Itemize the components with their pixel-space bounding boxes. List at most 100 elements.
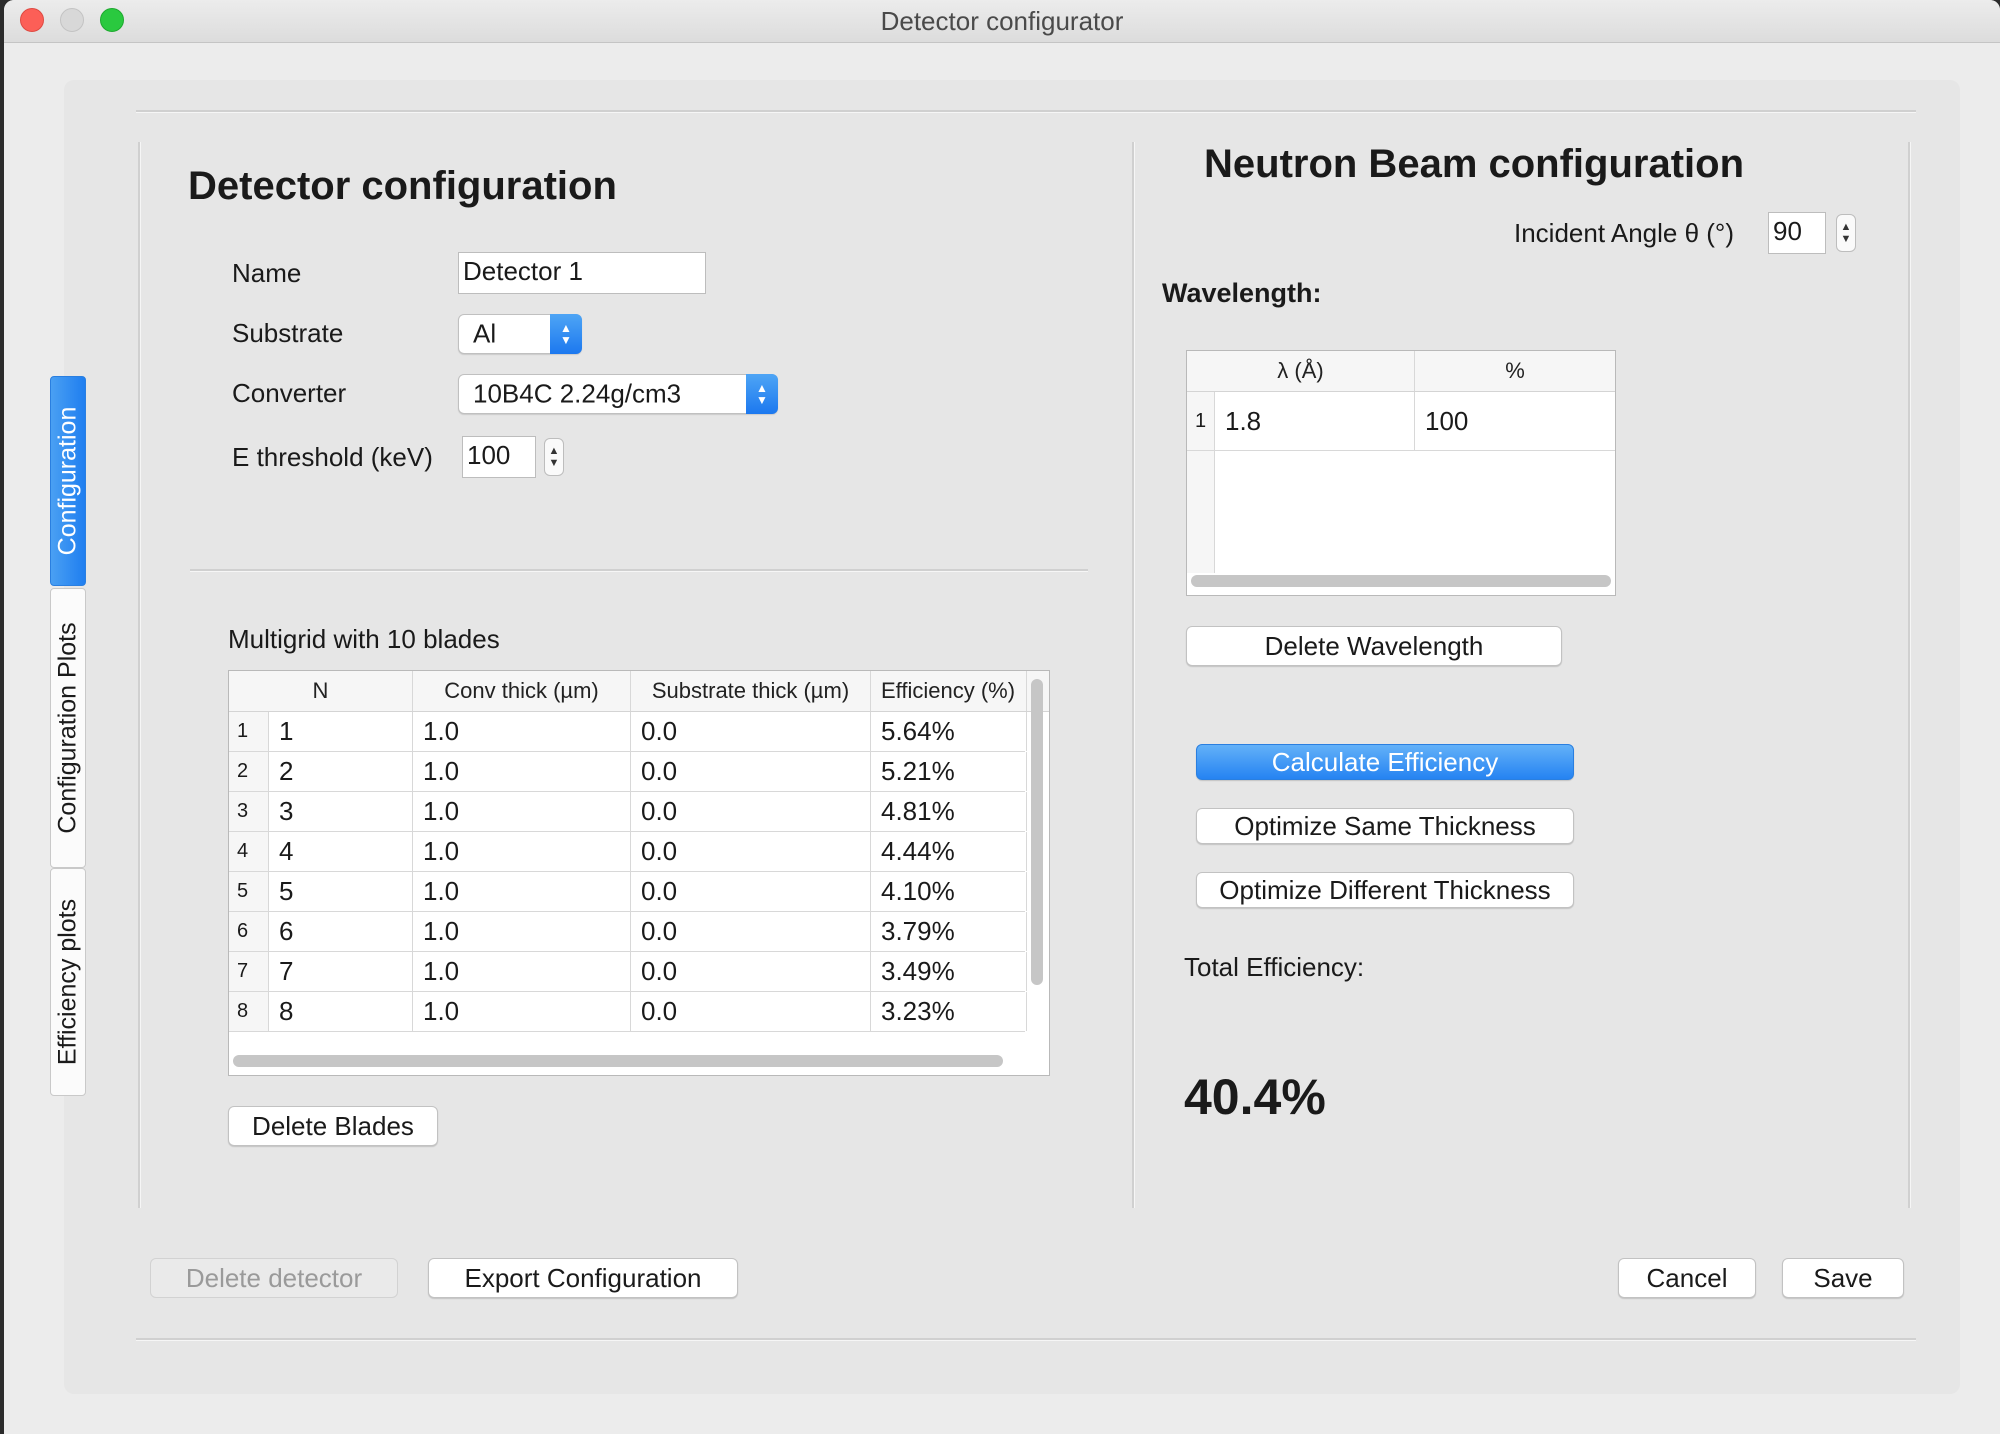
table-row[interactable]: 3 3 1.0 0.0 4.81% <box>229 792 1027 832</box>
table-row[interactable]: 7 7 1.0 0.0 3.49% <box>229 952 1027 992</box>
name-field[interactable]: Detector 1 <box>458 252 706 294</box>
converter-label: Converter <box>232 378 347 408</box>
table-row[interactable]: 6 6 1.0 0.0 3.79% <box>229 912 1027 952</box>
wavelength-table-header: λ (Å) % <box>1187 351 1615 392</box>
table-row[interactable]: 5 5 1.0 0.0 4.10% <box>229 872 1027 912</box>
substrate-thick-cell[interactable]: 0.0 <box>631 752 871 791</box>
substrate-thick-cell[interactable]: 0.0 <box>631 952 871 991</box>
n-cell[interactable]: 8 <box>269 992 413 1031</box>
name-label: Name <box>232 258 302 288</box>
blades-table[interactable]: N Conv thick (µm) Substrate thick (µm) E… <box>228 670 1050 1076</box>
tab-configuration[interactable]: Configuration <box>50 376 86 586</box>
efficiency-cell[interactable]: 5.21% <box>871 752 1027 791</box>
bottom-divider <box>136 1338 1916 1341</box>
optimize-different-thickness-button[interactable]: Optimize Different Thickness <box>1196 872 1574 908</box>
wavelength-horizontal-scrollbar[interactable] <box>1191 575 1611 587</box>
lambda-cell[interactable]: 1.8 <box>1215 392 1415 450</box>
export-configuration-button[interactable]: Export Configuration <box>428 1258 738 1298</box>
substrate-thick-cell[interactable]: 0.0 <box>631 872 871 911</box>
substrate-thick-cell[interactable]: 0.0 <box>631 832 871 871</box>
substrate-thick-cell[interactable]: 0.0 <box>631 912 871 951</box>
tab-configuration-plots-label: Configuration Plots <box>53 622 82 834</box>
efficiency-cell[interactable]: 4.81% <box>871 792 1027 831</box>
efficiency-cell[interactable]: 3.79% <box>871 912 1027 951</box>
save-button[interactable]: Save <box>1782 1258 1904 1298</box>
row-number: 7 <box>229 952 269 991</box>
substrate-label: Substrate <box>232 318 344 348</box>
percent-cell[interactable]: 100 <box>1415 392 1615 450</box>
conv-thick-cell[interactable]: 1.0 <box>413 752 631 791</box>
n-cell[interactable]: 5 <box>269 872 413 911</box>
conv-thick-cell[interactable]: 1.0 <box>413 832 631 871</box>
n-cell[interactable]: 1 <box>269 712 413 751</box>
column-header-conv-thick[interactable]: Conv thick (µm) <box>413 671 631 711</box>
tab-efficiency-plots[interactable]: Efficiency plots <box>50 868 86 1096</box>
angle-field[interactable]: 90 <box>1768 212 1826 254</box>
efficiency-cell[interactable]: 3.49% <box>871 952 1027 991</box>
delete-detector-button[interactable]: Delete detector <box>150 1258 398 1298</box>
row-number: 6 <box>229 912 269 951</box>
tab-configuration-label: Configuration <box>53 406 82 556</box>
title-bar: Detector configurator <box>4 0 2000 43</box>
table-row[interactable]: 4 4 1.0 0.0 4.44% <box>229 832 1027 872</box>
substrate-select[interactable]: Al ▲ ▼ <box>458 314 582 354</box>
column-header-lambda[interactable]: λ (Å) <box>1187 351 1415 391</box>
ethreshold-field[interactable]: 100 <box>462 436 536 478</box>
row-number: 1 <box>229 712 269 751</box>
conv-thick-cell[interactable]: 1.0 <box>413 912 631 951</box>
calculate-efficiency-button[interactable]: Calculate Efficiency <box>1196 744 1574 780</box>
column-header-efficiency[interactable]: Efficiency (%) <box>871 671 1027 711</box>
ethreshold-stepper[interactable]: ▲ ▼ <box>544 438 564 476</box>
cancel-button[interactable]: Cancel <box>1618 1258 1756 1298</box>
ethreshold-label: E threshold (keV) <box>232 442 433 472</box>
delete-wavelength-button[interactable]: Delete Wavelength <box>1186 626 1562 666</box>
substrate-thick-cell[interactable]: 0.0 <box>631 792 871 831</box>
section-divider <box>190 569 1088 572</box>
table-row[interactable]: 1 1 1.0 0.0 5.64% <box>229 712 1027 752</box>
table-row[interactable]: 1 1.8 100 <box>1187 392 1615 451</box>
blades-caption: Multigrid with 10 blades <box>228 624 500 654</box>
wavelength-table[interactable]: λ (Å) % 1 1.8 100 <box>1186 350 1616 596</box>
efficiency-cell[interactable]: 4.10% <box>871 872 1027 911</box>
substrate-thick-cell[interactable]: 0.0 <box>631 712 871 751</box>
row-number: 4 <box>229 832 269 871</box>
efficiency-cell[interactable]: 3.23% <box>871 992 1027 1031</box>
row-number: 2 <box>229 752 269 791</box>
substrate-value: Al <box>473 318 497 349</box>
conv-thick-cell[interactable]: 1.0 <box>413 952 631 991</box>
blades-vertical-scrollbar[interactable] <box>1031 679 1043 985</box>
n-cell[interactable]: 6 <box>269 912 413 951</box>
conv-thick-cell[interactable]: 1.0 <box>413 872 631 911</box>
blades-table-header: N Conv thick (µm) Substrate thick (µm) E… <box>229 671 1049 712</box>
conv-thick-cell[interactable]: 1.0 <box>413 992 631 1031</box>
angle-label: Incident Angle θ (°) <box>1514 218 1734 248</box>
tab-configuration-plots[interactable]: Configuration Plots <box>50 588 86 868</box>
conv-thick-cell[interactable]: 1.0 <box>413 712 631 751</box>
table-row[interactable]: 8 8 1.0 0.0 3.23% <box>229 992 1027 1032</box>
n-cell[interactable]: 3 <box>269 792 413 831</box>
total-efficiency-label: Total Efficiency: <box>1184 952 1365 982</box>
n-cell[interactable]: 7 <box>269 952 413 991</box>
efficiency-cell[interactable]: 4.44% <box>871 832 1027 871</box>
efficiency-cell[interactable]: 5.64% <box>871 712 1027 751</box>
column-header-n[interactable]: N <box>229 671 413 711</box>
row-header-filler <box>1187 451 1215 573</box>
select-arrows-icon: ▲ ▼ <box>550 314 582 354</box>
top-divider <box>136 110 1916 113</box>
delete-blades-button[interactable]: Delete Blades <box>228 1106 438 1146</box>
conv-thick-cell[interactable]: 1.0 <box>413 792 631 831</box>
n-cell[interactable]: 4 <box>269 832 413 871</box>
substrate-thick-cell[interactable]: 0.0 <box>631 992 871 1031</box>
center-divider <box>1132 142 1135 1208</box>
converter-select[interactable]: 10B4C 2.24g/cm3 ▲ ▼ <box>458 374 778 414</box>
blades-horizontal-scrollbar[interactable] <box>233 1055 1003 1067</box>
column-header-percent[interactable]: % <box>1415 351 1615 391</box>
n-cell[interactable]: 2 <box>269 752 413 791</box>
window-title: Detector configurator <box>880 6 1124 36</box>
angle-stepper[interactable]: ▲ ▼ <box>1836 214 1856 252</box>
optimize-same-thickness-button[interactable]: Optimize Same Thickness <box>1196 808 1574 844</box>
column-header-substrate-thick[interactable]: Substrate thick (µm) <box>631 671 871 711</box>
row-number: 1 <box>1187 392 1215 450</box>
table-row[interactable]: 2 2 1.0 0.0 5.21% <box>229 752 1027 792</box>
app-window: Detector configurator Configuration Conf… <box>4 0 2000 1434</box>
